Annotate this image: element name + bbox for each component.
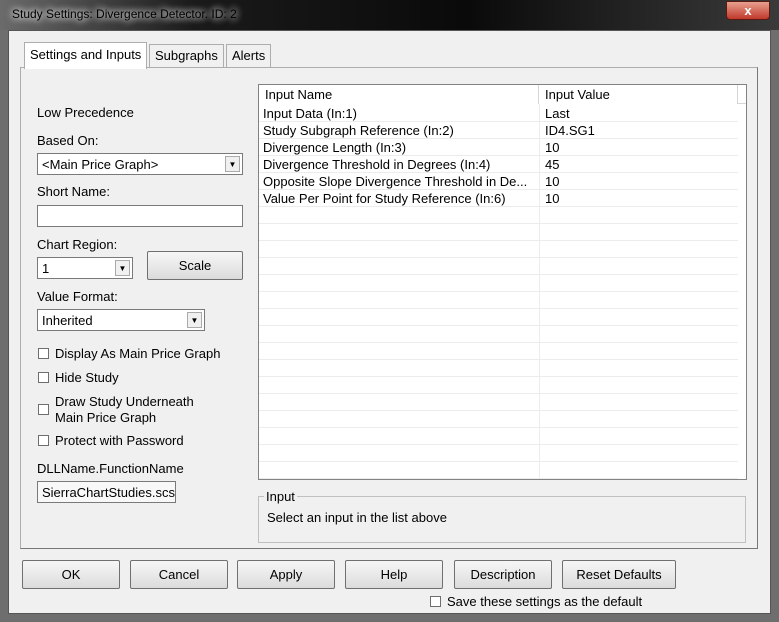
- table-row[interactable]: [259, 360, 738, 377]
- tab-alerts[interactable]: Alerts: [226, 44, 272, 68]
- window-title: Study Settings: Divergence Detector. ID:…: [12, 7, 237, 21]
- table-row[interactable]: Study Subgraph Reference (In:2) ID4.SG1: [259, 122, 738, 139]
- based-on-label: Based On:: [37, 133, 99, 148]
- ok-button[interactable]: OK: [22, 560, 120, 589]
- chart-region-select[interactable]: 1 ▼: [37, 257, 133, 279]
- value-format-select[interactable]: Inherited ▼: [37, 309, 205, 331]
- table-row[interactable]: [259, 394, 738, 411]
- table-row[interactable]: Input Data (In:1) Last: [259, 105, 738, 122]
- value-format-label: Value Format:: [37, 289, 118, 304]
- chart-region-label: Chart Region:: [37, 237, 118, 252]
- short-name-input[interactable]: [37, 205, 243, 227]
- short-name-label: Short Name:: [37, 184, 110, 199]
- reset-defaults-button[interactable]: Reset Defaults: [562, 560, 676, 589]
- table-header: Input Name Input Value: [259, 85, 746, 104]
- input-name-cell: Study Subgraph Reference (In:2): [263, 123, 454, 138]
- table-row[interactable]: [259, 224, 738, 241]
- input-name-cell: Value Per Point for Study Reference (In:…: [263, 191, 506, 206]
- tab-subgraphs[interactable]: Subgraphs: [149, 44, 224, 68]
- table-row[interactable]: [259, 309, 738, 326]
- table-row[interactable]: [259, 411, 738, 428]
- protect-password-label: Protect with Password: [55, 433, 184, 448]
- input-value-cell[interactable]: 10: [545, 140, 559, 155]
- draw-underneath-checkbox[interactable]: [38, 404, 49, 415]
- table-row[interactable]: [259, 445, 738, 462]
- based-on-select[interactable]: <Main Price Graph> ▼: [37, 153, 243, 175]
- scale-button[interactable]: Scale: [147, 251, 243, 280]
- tab-settings-and-inputs[interactable]: Settings and Inputs: [24, 42, 148, 69]
- chevron-down-icon[interactable]: ▼: [225, 156, 240, 172]
- table-row[interactable]: Divergence Threshold in Degrees (In:4) 45: [259, 156, 738, 173]
- input-value-cell[interactable]: 10: [545, 174, 559, 189]
- column-header-input-name[interactable]: Input Name: [259, 85, 539, 104]
- inputs-table: Input Name Input Value Input Data (In:1)…: [258, 84, 747, 480]
- draw-underneath-label: Draw Study Underneath: [55, 394, 194, 409]
- input-name-cell: Divergence Length (In:3): [263, 140, 407, 155]
- description-button[interactable]: Description: [454, 560, 552, 589]
- table-row[interactable]: [259, 292, 738, 309]
- display-as-main-label: Display As Main Price Graph: [55, 346, 221, 361]
- save-default-checkbox[interactable]: [430, 596, 441, 607]
- table-row[interactable]: [259, 275, 738, 292]
- table-row[interactable]: [259, 428, 738, 445]
- table-row[interactable]: [259, 258, 738, 275]
- draw-underneath-label-2: Main Price Graph: [55, 410, 157, 425]
- dll-field[interactable]: SierraChartStudies.scs: [37, 481, 176, 503]
- input-value-cell[interactable]: 10: [545, 191, 559, 206]
- display-as-main-checkbox[interactable]: [38, 348, 49, 359]
- close-button[interactable]: x: [726, 1, 770, 20]
- chevron-down-icon[interactable]: ▼: [115, 260, 130, 276]
- value-format-value: Inherited: [42, 313, 93, 328]
- chart-region-value: 1: [42, 261, 50, 276]
- based-on-value: <Main Price Graph>: [42, 157, 159, 172]
- input-value-cell[interactable]: Last: [545, 106, 570, 121]
- chevron-down-icon[interactable]: ▼: [187, 312, 202, 328]
- table-row[interactable]: Opposite Slope Divergence Threshold in D…: [259, 173, 738, 190]
- hide-study-checkbox[interactable]: [38, 372, 49, 383]
- table-row[interactable]: Divergence Length (In:3) 10: [259, 139, 738, 156]
- table-row[interactable]: [259, 377, 738, 394]
- help-button[interactable]: Help: [345, 560, 443, 589]
- table-row[interactable]: [259, 207, 738, 224]
- table-row[interactable]: [259, 241, 738, 258]
- input-value-cell[interactable]: 45: [545, 157, 559, 172]
- hide-study-label: Hide Study: [55, 370, 119, 385]
- dll-label: DLLName.FunctionName: [37, 461, 184, 476]
- input-name-cell: Input Data (In:1): [263, 106, 357, 121]
- table-row[interactable]: Value Per Point for Study Reference (In:…: [259, 190, 738, 207]
- apply-button[interactable]: Apply: [237, 560, 335, 589]
- table-row[interactable]: [259, 326, 738, 343]
- input-value-cell[interactable]: ID4.SG1: [545, 123, 595, 138]
- table-row[interactable]: [259, 462, 738, 479]
- input-group-title: Input: [264, 489, 297, 504]
- table-row[interactable]: [259, 343, 738, 360]
- input-description: Select an input in the list above: [267, 510, 447, 525]
- input-name-cell: Opposite Slope Divergence Threshold in D…: [263, 174, 528, 189]
- protect-password-checkbox[interactable]: [38, 435, 49, 446]
- save-default-label: Save these settings as the default: [447, 594, 643, 609]
- cancel-button[interactable]: Cancel: [130, 560, 228, 589]
- precedence-label: Low Precedence: [37, 105, 134, 120]
- column-header-input-value[interactable]: Input Value: [539, 85, 738, 104]
- input-name-cell: Divergence Threshold in Degrees (In:4): [263, 157, 491, 172]
